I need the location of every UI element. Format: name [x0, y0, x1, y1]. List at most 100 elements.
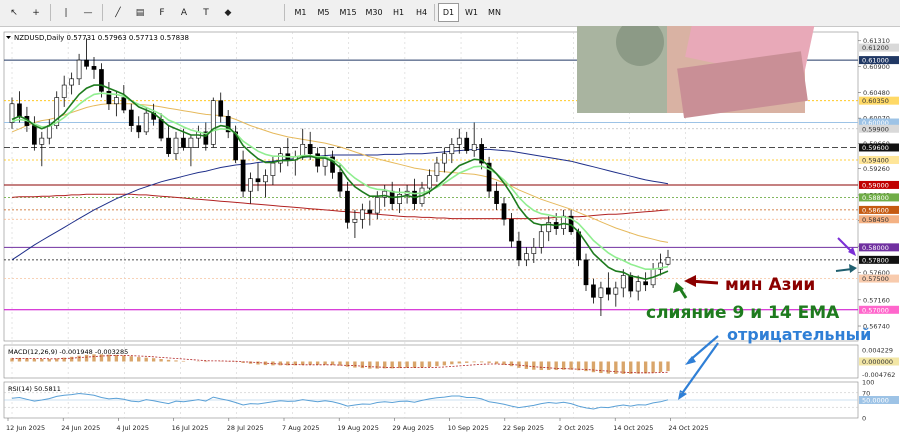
candle-body [531, 247, 537, 254]
candle-body [17, 103, 22, 117]
candle-body [509, 218, 514, 242]
macd-tick-label: 0.000000 [862, 358, 893, 366]
candle-body [114, 97, 119, 105]
candle-body [516, 240, 522, 261]
candle-body [188, 137, 194, 148]
channel-icon[interactable]: ▤ [130, 3, 150, 22]
candle-body [583, 259, 589, 286]
candle-body [442, 153, 447, 164]
candle-body [128, 109, 134, 126]
vertical-line-icon[interactable]: | [56, 3, 76, 22]
candle-body [494, 190, 499, 204]
candle-body [360, 209, 365, 220]
candle-body [136, 125, 142, 133]
fibonacci-icon[interactable]: F [152, 3, 172, 22]
level-price-label: 0.58600 [862, 206, 889, 214]
date-label: 19 Aug 2025 [337, 424, 379, 432]
rsi-label: RSI(14) 50.5811 [8, 385, 61, 393]
price-tick-label: 0.57160 [863, 296, 890, 304]
candle-body [307, 144, 313, 155]
crosshair-icon[interactable]: + [26, 3, 46, 22]
level-price-label: 0.59400 [862, 156, 889, 164]
label-icon[interactable]: T [196, 3, 216, 22]
candle-body [471, 144, 477, 151]
timeframe-h1[interactable]: H1 [388, 3, 409, 22]
trendline-icon[interactable]: ╱ [108, 3, 128, 22]
candle-body [315, 153, 320, 167]
candle-body [397, 194, 402, 204]
cursor-icon[interactable]: ↖ [4, 3, 24, 22]
timeframe-d1[interactable]: D1 [438, 3, 459, 22]
level-price-label: 0.58800 [862, 194, 889, 202]
level-price-label: 0.57000 [862, 306, 889, 314]
annotation-ema-merge: слияние 9 и 14 EMA [646, 303, 840, 323]
level-price-label: 0.59600 [862, 144, 889, 152]
horizontal-line-icon[interactable]: — [78, 3, 98, 22]
timeframe-w1[interactable]: W1 [461, 3, 482, 22]
candle-body [181, 137, 186, 148]
candle-body [591, 284, 596, 298]
banknote-image [577, 26, 815, 119]
candle-body [255, 178, 261, 183]
candle-body [598, 287, 604, 298]
candle-body [39, 137, 45, 145]
candle-body [173, 137, 179, 155]
candle-body [620, 275, 626, 289]
timeframe-m15[interactable]: M15 [336, 3, 360, 22]
date-label: 10 Sep 2025 [448, 424, 489, 432]
timeframe-h4[interactable]: H4 [411, 3, 432, 22]
date-label: 12 Jun 2025 [6, 424, 45, 432]
symbol-header: NZDUSD,Daily 0.57731 0.57963 0.57713 0.5… [14, 34, 189, 42]
candle-body [635, 281, 641, 292]
candle-body [61, 84, 67, 98]
candle-body [524, 253, 529, 261]
candle-body [538, 231, 544, 248]
rsi-tick-label: 100 [862, 379, 874, 387]
text-icon[interactable]: A [174, 3, 194, 22]
level-price-label: 0.58450 [862, 216, 889, 224]
candle-body [158, 119, 164, 139]
toolbar-separator [50, 4, 51, 21]
candle-body [248, 178, 253, 192]
date-label: 4 Jul 2025 [116, 424, 149, 432]
rsi-tick-label: 50.0000 [862, 397, 889, 405]
level-price-label: 0.61200 [862, 44, 889, 52]
level-price-label: 0.59000 [862, 181, 889, 189]
level-price-label: 0.60350 [862, 97, 889, 105]
candle-body [218, 100, 224, 117]
candle-body [76, 59, 82, 80]
candle-body [449, 144, 455, 155]
candle-body [91, 66, 97, 70]
toolbar-separator [434, 4, 435, 21]
timeframe-mn[interactable]: MN [484, 3, 505, 22]
macd-label: MACD(12,26,9) -0.001948 -0.003285 [8, 348, 128, 356]
candle-body [270, 162, 276, 176]
candle-body [464, 137, 470, 151]
candle-body [613, 287, 619, 295]
candle-body [240, 159, 246, 192]
timeframe-m5[interactable]: M5 [313, 3, 334, 22]
shapes-icon[interactable]: ◆ [218, 3, 238, 22]
toolbar-separator [102, 4, 103, 21]
candle-body [337, 172, 343, 192]
candle-body [99, 69, 104, 92]
date-label: 14 Oct 2025 [613, 424, 653, 432]
candle-body [166, 137, 171, 155]
candle-body [367, 209, 373, 214]
timeframe-m1[interactable]: M1 [290, 3, 311, 22]
candle-body [576, 231, 581, 261]
candle-body [434, 162, 440, 176]
price-tick-label: 0.59260 [863, 165, 890, 173]
annotation-asia-low: мин Азии [725, 275, 815, 295]
toolbar: ↖ + | — ╱ ▤ F A T ◆ M1 M5 M15 M30 H1 H4 D1 W1 MN [0, 0, 900, 27]
level-price-label: 0.58000 [862, 244, 889, 252]
candle-body [69, 78, 74, 86]
date-label: 24 Jun 2025 [61, 424, 100, 432]
candle-body [9, 103, 15, 123]
candle-body [561, 215, 566, 229]
date-label: 2 Oct 2025 [558, 424, 594, 432]
candle-body [501, 203, 507, 220]
candle-body [263, 175, 268, 183]
timeframe-m30[interactable]: M30 [362, 3, 386, 22]
candle-body [374, 197, 380, 214]
